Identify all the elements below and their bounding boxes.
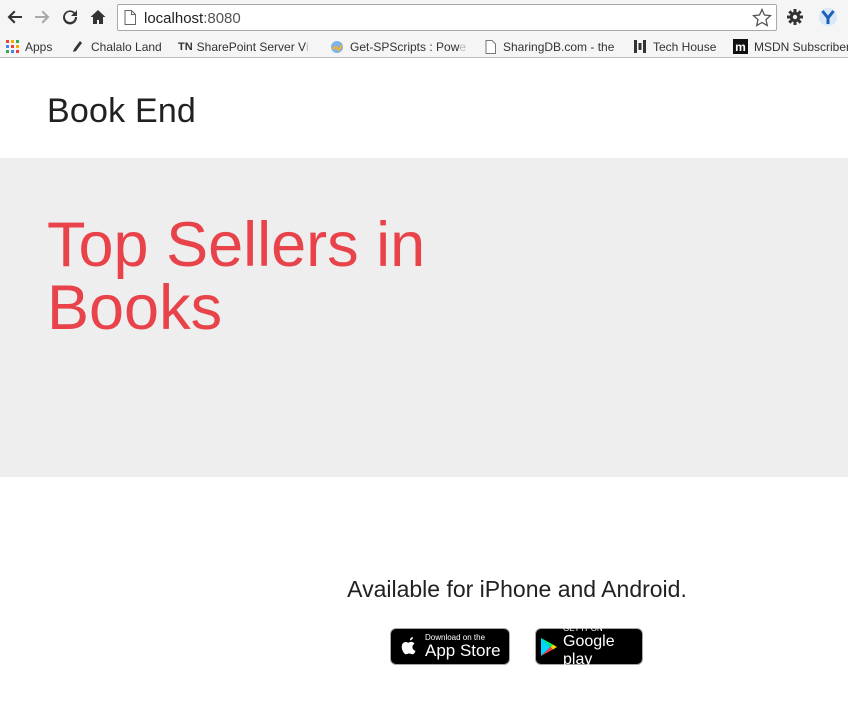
- bookmark-get-spscripts[interactable]: Get-SPScripts : Pow e: [330, 37, 466, 56]
- bookmark-label: SharePoint Server V: [196, 39, 307, 54]
- bookmark-sharingdb[interactable]: SharingDB.com - the: [483, 37, 614, 56]
- bookmark-apps[interactable]: Apps: [5, 37, 52, 56]
- pen-icon: [71, 40, 85, 54]
- hero-title: Top Sellers in Books: [47, 210, 426, 343]
- google-play-icon: [540, 637, 558, 657]
- bookmark-label-fade: e: [459, 39, 467, 54]
- apps-grid-icon: [5, 40, 19, 54]
- home-button[interactable]: [87, 6, 109, 28]
- app-store-badge[interactable]: Download on the App Store: [390, 628, 510, 665]
- globe-icon: [330, 40, 344, 54]
- address-bar[interactable]: localhost:8080: [117, 4, 777, 31]
- app-store-big-text: App Store: [425, 641, 501, 660]
- forward-arrow-icon: [35, 10, 50, 24]
- back-arrow-icon: [7, 10, 22, 24]
- url-port: :8080: [203, 10, 241, 27]
- extension-y-icon: [819, 8, 837, 26]
- forward-button[interactable]: [31, 6, 53, 28]
- bookmark-label: Apps: [25, 39, 53, 54]
- bookmark-label-fade: i: [306, 39, 309, 54]
- url-host: localhost: [144, 10, 204, 27]
- google-play-big-text: Google play: [563, 633, 615, 668]
- reload-button[interactable]: [59, 6, 81, 28]
- page-icon: [124, 10, 136, 25]
- hero-section: Top Sellers in Books: [0, 158, 848, 477]
- extension-button[interactable]: [817, 6, 839, 28]
- bookmark-label: Chalalo Land: [91, 39, 162, 54]
- google-play-badge[interactable]: GET IT ON Google play: [535, 624, 643, 668]
- bookmark-msdn[interactable]: m MSDN Subscriber: [733, 37, 848, 56]
- bookmark-label: Get-SPScripts : Pow: [350, 39, 460, 54]
- bookmark-label: SharingDB.com - the: [503, 39, 615, 54]
- bookmark-label: MSDN Subscriber: [754, 39, 848, 54]
- bookmark-chalalo-land[interactable]: Chalalo Land: [71, 37, 162, 56]
- bookmark-label: Tech House: [653, 39, 717, 54]
- page-icon: [483, 39, 497, 54]
- bookmark-tech-house[interactable]: Tech House: [633, 37, 716, 56]
- google-play-small-text: GET IT ON: [563, 624, 603, 633]
- apple-icon: [400, 636, 418, 657]
- available-text: Available for iPhone and Android.: [347, 576, 687, 602]
- reload-icon: [63, 10, 78, 25]
- msdn-icon: m: [733, 39, 748, 54]
- bookmark-star-icon[interactable]: [752, 8, 772, 28]
- gear-icon: [787, 9, 803, 25]
- settings-button[interactable]: [784, 6, 806, 28]
- home-icon: [90, 10, 106, 24]
- browser-toolbar: localhost:8080: [0, 0, 848, 35]
- url-text[interactable]: localhost:8080: [144, 10, 241, 27]
- tn-icon: TN: [178, 40, 193, 53]
- site-title[interactable]: Book End: [47, 92, 196, 131]
- tech-house-icon: [633, 40, 647, 54]
- bookmarks-bar: Apps Chalalo Land TN SharePoint Server V…: [0, 35, 848, 58]
- bookmark-sharepoint[interactable]: TN SharePoint Server Vi: [178, 37, 309, 56]
- back-button[interactable]: [4, 6, 26, 28]
